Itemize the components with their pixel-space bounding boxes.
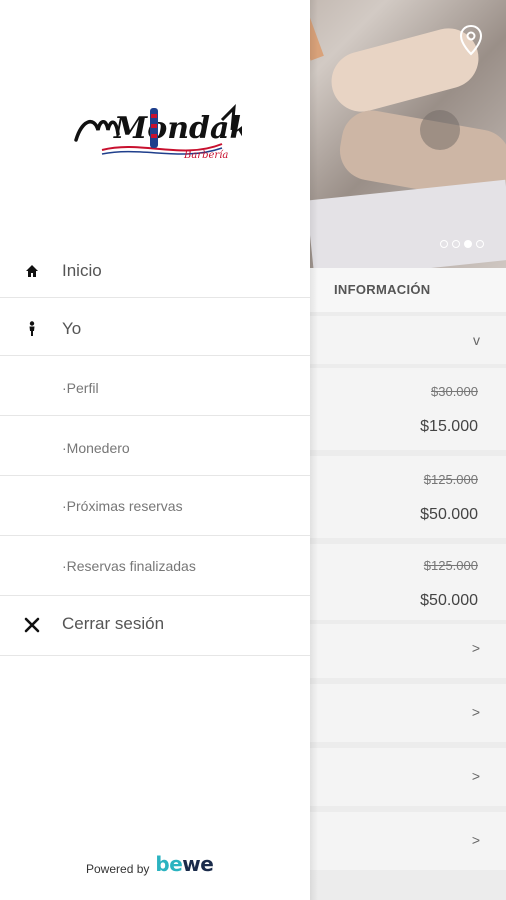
- chevron-right-icon[interactable]: >: [472, 768, 480, 784]
- brand-logo: Mondaka Barbería: [74, 104, 242, 161]
- chevron-down-icon[interactable]: v: [473, 332, 480, 348]
- bewe-logo: bewe: [155, 852, 214, 876]
- menu-item-inicio[interactable]: Inicio: [0, 244, 310, 298]
- price: $50.000: [420, 592, 478, 609]
- menu-item-label: Cerrar sesión: [62, 614, 165, 633]
- old-price: $125.000: [423, 472, 478, 487]
- person-icon: [29, 321, 35, 336]
- expand-row[interactable]: v: [310, 316, 506, 364]
- menu-item-label: ·Próximas reservas: [62, 498, 183, 514]
- menu-item-reservas-finalizadas[interactable]: ·Reservas finalizadas: [0, 536, 310, 596]
- chevron-right-icon[interactable]: >: [472, 704, 480, 720]
- service-row[interactable]: $125.000 $50.000: [310, 456, 506, 538]
- menu-item-proximas-reservas[interactable]: ·Próximas reservas: [0, 476, 310, 536]
- chevron-right-icon[interactable]: >: [472, 832, 480, 848]
- menu-item-perfil[interactable]: ·Perfil: [0, 356, 310, 416]
- carousel-dot[interactable]: [440, 240, 448, 248]
- carousel-indicator: [440, 240, 484, 248]
- home-icon: [26, 265, 38, 277]
- drawer-shadow: [310, 0, 318, 900]
- carousel-dot[interactable]: [452, 240, 460, 248]
- menu-item-label: Yo: [62, 319, 82, 338]
- menu-item-monedero[interactable]: ·Monedero: [0, 416, 310, 476]
- price: $50.000: [420, 506, 478, 523]
- menu-item-label: Inicio: [62, 261, 102, 280]
- powered-by-text: Powered by: [86, 862, 150, 876]
- info-section-title: INFORMACIÓN: [310, 268, 506, 312]
- list-row[interactable]: >: [310, 624, 506, 678]
- list-row[interactable]: >: [310, 812, 506, 870]
- menu-item-label: ·Monedero: [62, 440, 130, 456]
- service-row[interactable]: $125.000 $50.000: [310, 544, 506, 620]
- logo-wordmark: Mondaka: [113, 111, 242, 146]
- chevron-right-icon[interactable]: >: [472, 640, 480, 656]
- powered-by: Powered by bewe: [86, 852, 214, 876]
- menu-item-label: ·Perfil: [62, 380, 99, 396]
- navigation-drawer: Mondaka Barbería Inicio Yo: [0, 0, 310, 900]
- old-price: $30.000: [431, 384, 478, 399]
- service-row[interactable]: $30.000 $15.000: [310, 368, 506, 450]
- menu-item-label: ·Reservas finalizadas: [62, 558, 196, 574]
- list-row[interactable]: >: [310, 684, 506, 742]
- carousel-dot-active[interactable]: [464, 240, 472, 248]
- carousel-dot[interactable]: [476, 240, 484, 248]
- list-row[interactable]: >: [310, 748, 506, 806]
- old-price: $125.000: [423, 558, 478, 573]
- price: $15.000: [420, 418, 478, 435]
- menu-item-cerrar-sesion[interactable]: Cerrar sesión: [0, 596, 310, 656]
- location-pin-icon[interactable]: [458, 24, 484, 56]
- close-icon: [24, 617, 40, 633]
- logo-subtext: Barbería: [183, 150, 228, 161]
- menu-item-yo[interactable]: Yo: [0, 298, 310, 356]
